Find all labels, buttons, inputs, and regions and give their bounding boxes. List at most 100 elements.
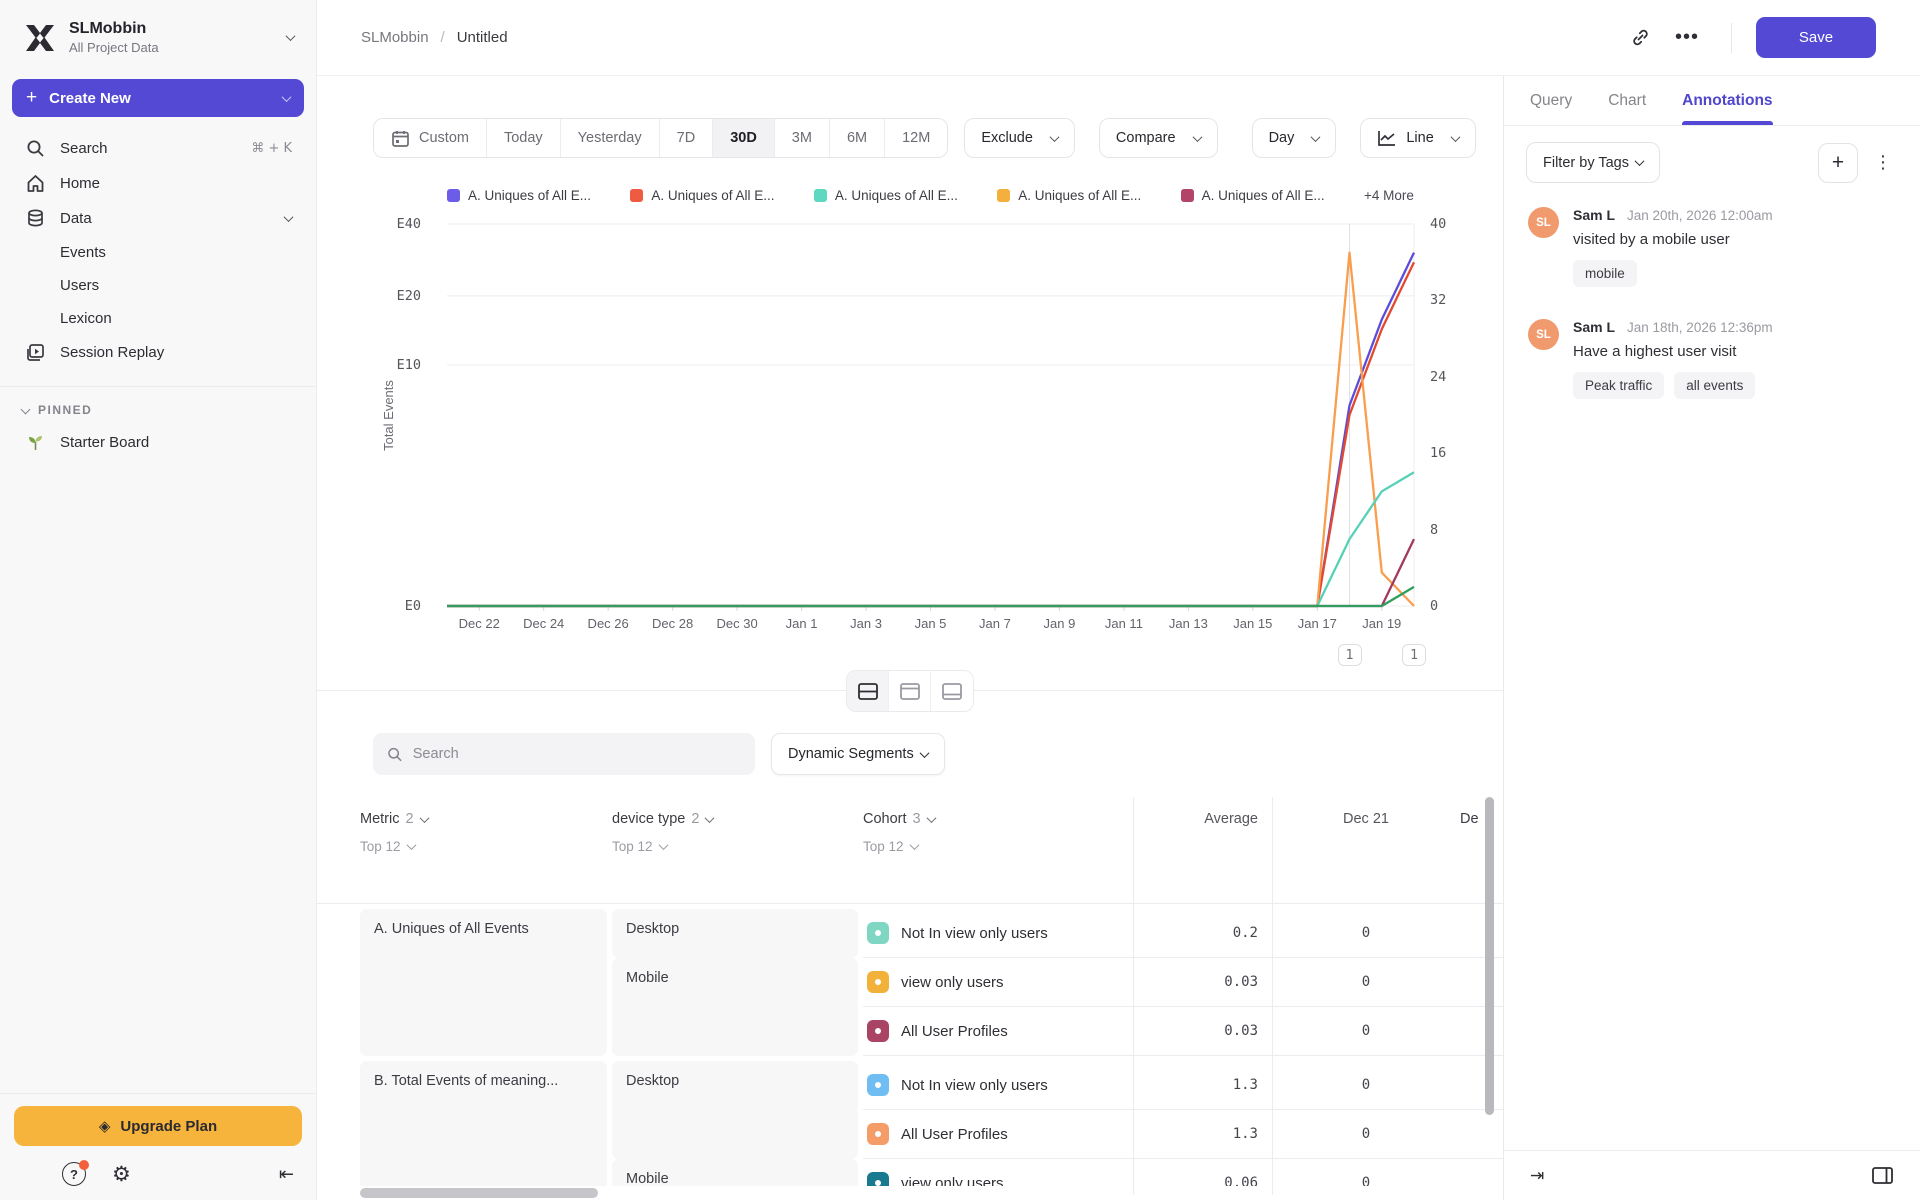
tab-chart[interactable]: Chart [1608,76,1646,125]
split-panel-icon[interactable] [1871,1166,1894,1185]
device-cell[interactable]: Mobile [612,1159,858,1186]
tab-query[interactable]: Query [1530,76,1572,125]
cohort-cell[interactable]: view only users [863,958,1133,1007]
sidebar: SLMobbin All Project Data + Create New S… [0,0,317,1200]
time-range-7d[interactable]: 7D [659,119,714,157]
dynamic-segments-dropdown[interactable]: Dynamic Segments [771,733,945,775]
time-range-6m[interactable]: 6M [829,119,886,157]
apps-grid-icon[interactable] [22,1166,36,1183]
legend-more[interactable]: +4 More [1364,188,1414,203]
sidebar-item-users[interactable]: Users [0,269,316,302]
settings-gear-icon[interactable]: ⚙ [112,1162,131,1186]
legend-item[interactable]: A. Uniques of All E... [630,188,774,203]
sidebar-item-events[interactable]: Events [0,236,316,269]
x-axis-tick[interactable]: Jan 11 [1105,616,1143,631]
segment-search[interactable] [373,733,755,775]
upgrade-plan-button[interactable]: ◈ Upgrade Plan [14,1106,302,1146]
granularity-dropdown[interactable]: Day [1251,118,1337,158]
legend-item[interactable]: A. Uniques of All E... [1180,188,1325,203]
cohort-cell[interactable]: All User Profiles [863,1007,1133,1056]
time-range-custom[interactable]: Custom [374,119,487,157]
sidebar-item-search[interactable]: Search ⌘ + K [0,131,316,166]
tab-annotations[interactable]: Annotations [1682,76,1773,125]
layout-split-view-button[interactable] [847,671,889,711]
legend-item[interactable]: A. Uniques of All E... [447,188,591,203]
legend-item[interactable]: A. Uniques of All E... [813,188,958,203]
line-chart-icon [1378,131,1396,146]
horizontal-scrollbar[interactable] [360,1188,598,1198]
x-axis-tick[interactable]: Dec 24 [523,616,564,631]
average-value: 1.3 [1133,1061,1272,1110]
x-axis-tick[interactable]: Jan 3 [850,616,882,631]
x-axis-tick[interactable]: Dec 28 [652,616,693,631]
metric-cell[interactable]: B. Total Events of meaning... [360,1061,607,1186]
layout-chart-view-button[interactable] [889,671,931,711]
top-filter-metric[interactable]: Top 12 [360,833,612,866]
cohort-cell[interactable]: view only users [863,1159,1133,1186]
annotation-count-badge[interactable]: 1 [1337,644,1362,666]
cohort-cell[interactable]: Not In view only users [863,1061,1133,1110]
x-axis-tick[interactable]: Jan 13 [1169,616,1208,631]
x-axis-tick[interactable]: Jan 19 [1362,616,1401,631]
column-header-cohort[interactable]: Cohort 3 [863,805,1133,833]
sidebar-item-data[interactable]: Data [0,201,316,236]
share-link-button[interactable] [1622,19,1659,56]
exclude-dropdown[interactable]: Exclude [964,118,1075,158]
annotation-tags: Peak traffic all events [1573,372,1773,399]
x-axis-tick[interactable]: Jan 5 [915,616,947,631]
collapse-sidebar-icon[interactable]: ⇤ [279,1164,294,1185]
help-icon[interactable]: ? [62,1160,89,1186]
device-cell[interactable]: Desktop [612,1061,858,1159]
x-axis-tick[interactable]: Jan 17 [1298,616,1337,631]
collapse-panel-icon[interactable]: ⇥ [1530,1166,1544,1186]
annotation-body: Sam L Jan 20th, 2026 12:00am visited by a … [1573,207,1773,287]
time-range-30d[interactable]: 30D [713,119,775,157]
x-axis-tick[interactable]: Dec 26 [588,616,629,631]
x-axis-tick[interactable]: Jan 15 [1233,616,1272,631]
metric-cell[interactable]: A. Uniques of All Events [360,909,607,1056]
sidebar-item-home[interactable]: Home [0,166,316,201]
time-range-yesterday[interactable]: Yesterday [560,119,660,157]
annotation-item[interactable]: SL Sam L Jan 20th, 2026 12:00am visited by … [1528,207,1896,287]
filter-by-tags-dropdown[interactable]: Filter by Tags [1526,142,1660,183]
vertical-scrollbar[interactable] [1485,797,1494,1115]
annotation-item[interactable]: SL Sam L Jan 18th, 2026 12:36pm Have a high… [1528,319,1896,399]
breadcrumb-parent[interactable]: SLMobbin [361,29,429,46]
time-range-today[interactable]: Today [486,119,561,157]
line-chart-plot[interactable] [447,223,1416,611]
legend-item[interactable]: A. Uniques of All E... [997,188,1141,203]
device-cell[interactable]: Mobile [612,958,858,1056]
time-range-12m[interactable]: 12M [885,119,948,157]
compare-dropdown[interactable]: Compare [1098,118,1218,158]
top-filter-device[interactable]: Top 12 [612,833,863,866]
more-options-button[interactable]: ••• [1667,18,1707,57]
sidebar-item-starter-board[interactable]: Starter Board [0,425,316,460]
cohort-cell[interactable]: All User Profiles [863,1110,1133,1159]
top-filter-cohort[interactable]: Top 12 [863,833,1133,866]
x-axis-tick[interactable]: Jan 9 [1044,616,1076,631]
pinned-section-toggle[interactable]: PINNED [0,387,316,425]
layout-table-view-button[interactable] [931,671,973,711]
x-axis-tick[interactable]: Dec 22 [459,616,500,631]
device-cell[interactable]: Desktop [612,909,858,958]
chart-type-dropdown[interactable]: Line [1360,118,1476,158]
sidebar-item-session-replay[interactable]: Session Replay [0,335,316,370]
annotation-count-badge[interactable]: 1 [1402,644,1426,666]
x-axis-tick[interactable]: Jan 7 [979,616,1011,631]
save-button[interactable]: Save [1756,17,1876,58]
avatar: SL [1528,319,1559,350]
breadcrumb-current[interactable]: Untitled [457,29,508,46]
add-annotation-button[interactable]: + [1818,142,1858,183]
x-axis-tick[interactable]: Dec 30 [716,616,757,631]
workspace-switcher[interactable]: SLMobbin All Project Data [0,0,316,71]
search-input[interactable] [412,746,741,762]
column-header-device-type[interactable]: device type 2 [612,805,863,833]
sidebar-item-lexicon[interactable]: Lexicon [0,302,316,335]
create-new-button[interactable]: + Create New [12,79,304,117]
column-header-metric[interactable]: Metric 2 [360,805,612,833]
sidebar-item-label: Session Replay [60,344,165,361]
kebab-menu-icon[interactable]: ⋮ [1868,146,1898,179]
time-range-3m[interactable]: 3M [774,119,830,157]
cohort-cell[interactable]: Not In view only users [863,909,1133,958]
x-axis-tick[interactable]: Jan 1 [786,616,818,631]
